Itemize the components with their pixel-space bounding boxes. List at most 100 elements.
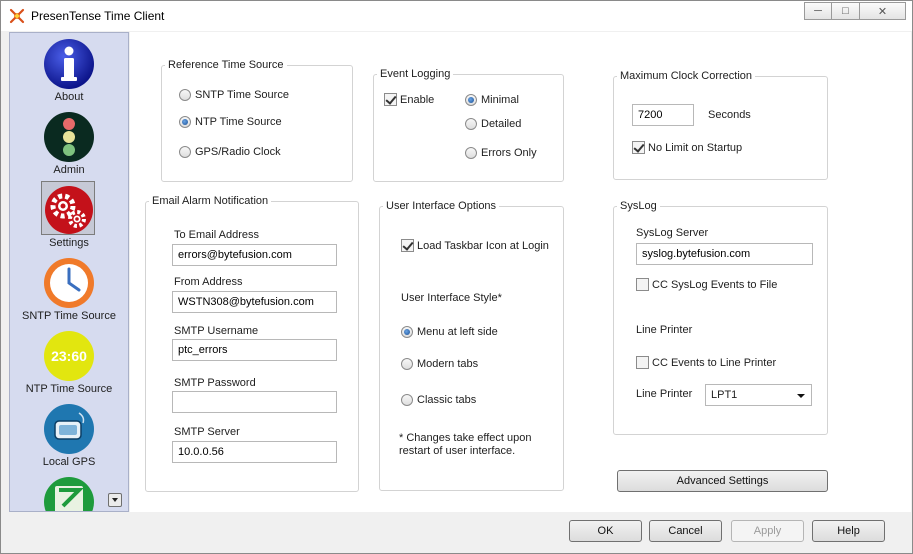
max-correction-input[interactable] (632, 104, 694, 126)
info-icon (44, 39, 94, 89)
radio-log-errors-only[interactable]: Errors Only (465, 147, 537, 159)
radio-modern-tabs[interactable]: Modern tabs (401, 358, 478, 370)
sidebar-item-label: NTP Time Source (25, 383, 113, 395)
radio-circle (179, 116, 191, 128)
checkbox-label: No Limit on Startup (648, 141, 743, 154)
sidebar-item-about[interactable]: About (10, 33, 128, 105)
close-icon: ✕ (877, 5, 888, 18)
ui-options-group: User Interface Options Load Taskbar Icon… (379, 200, 564, 491)
close-button[interactable]: ✕ (860, 2, 906, 20)
radio-circle (179, 146, 191, 158)
load-taskbar-icon-checkbox[interactable]: Load Taskbar Icon at Login (401, 239, 549, 252)
checkbox-box (636, 278, 649, 291)
ui-style-label: User Interface Style* (401, 292, 502, 304)
no-limit-on-startup-checkbox[interactable]: No Limit on Startup (632, 141, 742, 154)
line-printer-label: Line Printer (636, 388, 693, 400)
cancel-button[interactable]: Cancel (649, 520, 722, 542)
radio-label: Menu at left side (417, 326, 498, 338)
smtp-server-input[interactable] (172, 441, 337, 463)
smtp-server-label: SMTP Server (174, 426, 240, 438)
sidebar-item-label: About (54, 91, 84, 103)
group-title: Event Logging (380, 68, 451, 80)
sidebar-item-settings[interactable]: Settings (10, 179, 128, 251)
minimize-button[interactable]: ─ (804, 2, 832, 20)
radio-label: NTP Time Source (195, 116, 282, 128)
maximize-button[interactable]: □ (832, 2, 860, 20)
radio-circle (465, 147, 477, 159)
event-logging-group: Event Logging Enable Minimal Detailed Er… (373, 68, 564, 182)
note-line: restart of user interface. (399, 445, 516, 457)
sidebar-item-local-gps[interactable]: Local GPS (10, 398, 128, 470)
settings-panel: Reference Time Source SNTP Time Source N… (130, 32, 911, 512)
radio-log-detailed[interactable]: Detailed (465, 118, 521, 130)
checkbox-box (384, 93, 397, 106)
radio-classic-tabs[interactable]: Classic tabs (401, 394, 476, 406)
group-title: SysLog (620, 200, 657, 212)
apply-button[interactable]: Apply (731, 520, 804, 542)
radio-label: Errors Only (481, 147, 537, 159)
checkbox-label: CC SysLog Events to File (652, 278, 778, 291)
enable-logging-checkbox[interactable]: Enable (384, 93, 434, 106)
advanced-settings-button[interactable]: Advanced Settings (617, 470, 828, 492)
gps-icon (44, 404, 94, 454)
timezone-icon (44, 477, 94, 511)
smtp-password-input[interactable] (172, 391, 337, 413)
smtp-username-label: SMTP Username (174, 325, 259, 337)
max-clock-correction-group: Maximum Clock Correction Seconds No Limi… (613, 70, 828, 180)
checkbox-box (632, 141, 645, 154)
radio-label: Detailed (481, 118, 522, 130)
smtp-password-label: SMTP Password (174, 377, 256, 389)
cc-events-line-printer-checkbox[interactable]: CC Events to Line Printer (636, 356, 776, 369)
checkbox-box (636, 356, 649, 369)
sidebar-scroll-down-button[interactable] (108, 493, 122, 507)
radio-label: SNTP Time Source (195, 89, 289, 101)
radio-circle (179, 89, 191, 101)
app-window: PresenTense Time Client ─ □ ✕ About Admi… (0, 0, 913, 554)
help-button[interactable]: Help (812, 520, 885, 542)
checkbox-box (401, 239, 414, 252)
cc-syslog-to-file-checkbox[interactable]: CC SysLog Events to File (636, 278, 777, 291)
gears-icon (45, 186, 93, 234)
to-email-input[interactable] (172, 244, 337, 266)
group-title: User Interface Options (386, 200, 497, 212)
line-printer-value: LPT1 (711, 389, 738, 401)
sidebar-item-label: Admin (53, 164, 85, 176)
group-title: Reference Time Source (168, 59, 284, 71)
seconds-label: Seconds (708, 109, 751, 121)
maximize-icon: □ (842, 5, 849, 17)
line-printer-heading: Line Printer (636, 324, 693, 336)
checkbox-label: Enable (400, 93, 435, 106)
radio-circle (401, 394, 413, 406)
radio-menu-left-side[interactable]: Menu at left side (401, 326, 498, 338)
group-title: Email Alarm Notification (152, 195, 269, 207)
sidebar-item-sntp-time-source[interactable]: SNTP Time Source (10, 252, 128, 324)
radio-circle (401, 326, 413, 338)
radio-label: Classic tabs (417, 394, 477, 406)
digital-clock-text: 23:60 (51, 348, 87, 364)
line-printer-select[interactable]: LPT1 (705, 384, 812, 406)
to-email-label: To Email Address (174, 229, 259, 241)
email-alarm-group: Email Alarm Notification To Email Addres… (145, 195, 359, 492)
checkbox-label: CC Events to Line Printer (652, 356, 777, 369)
smtp-username-input[interactable] (172, 339, 337, 361)
sidebar-item-label: Local GPS (42, 456, 96, 468)
sidebar-item-ntp-time-source[interactable]: 23:60 NTP Time Source (10, 325, 128, 397)
ok-button[interactable]: OK (569, 520, 642, 542)
from-address-input[interactable] (172, 291, 337, 313)
radio-label: Modern tabs (417, 358, 479, 370)
sidebar-item-admin[interactable]: Admin (10, 106, 128, 178)
sidebar-menu: About Admin Settings SNTP Time Source 23… (9, 32, 129, 512)
radio-gps-radio-clock[interactable]: GPS/Radio Clock (179, 146, 281, 158)
syslog-server-input[interactable] (636, 243, 813, 265)
radio-ntp-time-source[interactable]: NTP Time Source (179, 116, 282, 128)
radio-circle (401, 358, 413, 370)
radio-circle (465, 118, 477, 130)
note-line: * Changes take effect upon (399, 432, 532, 444)
reference-time-source-group: Reference Time Source SNTP Time Source N… (161, 59, 353, 182)
traffic-light-icon (44, 112, 94, 162)
from-address-label: From Address (174, 276, 243, 288)
radio-log-minimal[interactable]: Minimal (465, 94, 519, 106)
radio-circle (465, 94, 477, 106)
clock-icon (44, 258, 94, 308)
radio-sntp-time-source[interactable]: SNTP Time Source (179, 89, 289, 101)
